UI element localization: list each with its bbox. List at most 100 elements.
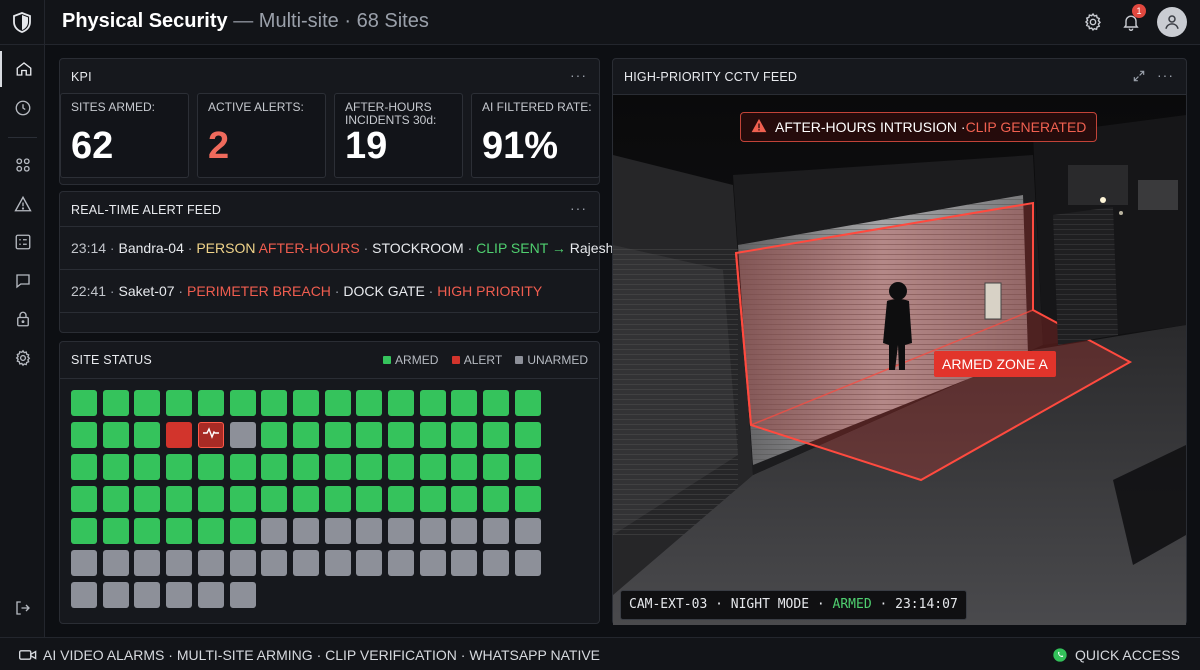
site-cell-armed[interactable]	[388, 486, 414, 512]
site-cell-armed[interactable]	[166, 486, 193, 512]
kpi-more-icon[interactable]: ···	[570, 67, 587, 83]
grid-icon[interactable]	[0, 147, 45, 183]
site-cell-armed[interactable]	[102, 422, 129, 448]
site-cell-armed[interactable]	[388, 422, 414, 448]
site-cell-armed[interactable]	[356, 454, 383, 480]
site-cell-armed[interactable]	[451, 390, 478, 416]
site-cell-armed[interactable]	[261, 486, 288, 512]
settings-gear-icon[interactable]	[0, 340, 45, 376]
list-item[interactable]: 23:14 · Bandra-04 · PERSON AFTER-HOURS ·…	[60, 226, 630, 269]
site-cell-armed[interactable]	[324, 422, 351, 448]
shield-logo-icon[interactable]	[0, 0, 45, 45]
site-cell-armed[interactable]	[514, 390, 541, 416]
logout-icon[interactable]	[0, 590, 45, 626]
site-cell-unarmed[interactable]	[324, 518, 351, 544]
site-cell-armed[interactable]	[356, 422, 383, 448]
site-cell-armed[interactable]	[451, 486, 478, 512]
site-cell-armed[interactable]	[388, 390, 414, 416]
site-cell-unarmed[interactable]	[356, 518, 383, 544]
site-cell-unarmed[interactable]	[419, 518, 446, 544]
site-cell-armed[interactable]	[166, 390, 193, 416]
site-cell-armed[interactable]	[261, 454, 288, 480]
site-cell-unarmed[interactable]	[483, 518, 510, 544]
site-cell-armed[interactable]	[419, 390, 446, 416]
site-cell-unarmed[interactable]	[229, 422, 256, 448]
site-cell-armed[interactable]	[71, 422, 97, 448]
site-cell-unarmed[interactable]	[514, 550, 541, 576]
site-cell-armed[interactable]	[324, 486, 351, 512]
site-cell-armed[interactable]	[134, 454, 161, 480]
site-cell-armed[interactable]	[134, 422, 161, 448]
site-cell-unarmed[interactable]	[292, 550, 319, 576]
site-cell-armed[interactable]	[324, 390, 351, 416]
site-cell-armed[interactable]	[451, 454, 478, 480]
site-cell-unarmed[interactable]	[197, 582, 224, 608]
site-cell-unarmed[interactable]	[388, 550, 414, 576]
clock-icon[interactable]	[0, 90, 45, 126]
site-cell-armed[interactable]	[483, 390, 510, 416]
quick-access-button[interactable]: QUICK ACCESS	[1052, 647, 1180, 663]
site-cell-armed[interactable]	[134, 518, 161, 544]
site-cell-armed[interactable]	[292, 454, 319, 480]
site-cell-armed[interactable]	[514, 454, 541, 480]
site-cell-armed[interactable]	[197, 518, 224, 544]
site-cell-unarmed[interactable]	[261, 550, 288, 576]
list-item[interactable]: 22:41 · Saket-07 · PERIMETER BREACH · DO…	[60, 269, 598, 312]
cctv-more-icon[interactable]: ···	[1157, 67, 1174, 83]
site-cell-unarmed[interactable]	[134, 582, 161, 608]
site-cell-armed[interactable]	[166, 518, 193, 544]
camera-feed[interactable]: AFTER-HOURS INTRUSION · CLIP GENERATED A…	[613, 94, 1186, 625]
site-cell-unarmed[interactable]	[166, 550, 193, 576]
site-cell-armed[interactable]	[102, 486, 129, 512]
checklist-icon[interactable]	[0, 224, 45, 260]
site-cell-armed[interactable]	[292, 390, 319, 416]
site-cell-unarmed[interactable]	[71, 582, 97, 608]
site-cell-armed[interactable]	[483, 454, 510, 480]
site-cell-armed[interactable]	[324, 454, 351, 480]
site-cell-armed[interactable]	[71, 454, 97, 480]
site-cell-armed[interactable]	[229, 486, 256, 512]
site-cell-alert[interactable]	[166, 422, 193, 448]
site-cell-armed[interactable]	[483, 422, 510, 448]
site-cell-armed[interactable]	[229, 454, 256, 480]
site-cell-armed[interactable]	[292, 486, 319, 512]
site-cell-unarmed[interactable]	[229, 550, 256, 576]
site-cell-armed[interactable]	[229, 518, 256, 544]
site-cell-armed[interactable]	[197, 486, 224, 512]
intrusion-alert-banner[interactable]: AFTER-HOURS INTRUSION · CLIP GENERATED	[740, 112, 1098, 142]
user-icon[interactable]	[1157, 7, 1187, 37]
site-cell-armed[interactable]	[71, 390, 97, 416]
lock-icon[interactable]	[0, 301, 45, 337]
site-cell-armed[interactable]	[197, 454, 224, 480]
site-cell-unarmed[interactable]	[356, 550, 383, 576]
site-cell-armed[interactable]	[356, 486, 383, 512]
site-cell-unarmed[interactable]	[451, 550, 478, 576]
warning-icon[interactable]	[0, 186, 45, 222]
site-cell-unarmed[interactable]	[229, 582, 256, 608]
home-icon[interactable]	[0, 51, 45, 87]
site-cell-unarmed[interactable]	[102, 582, 129, 608]
site-cell-armed[interactable]	[419, 486, 446, 512]
site-cell-armed[interactable]	[197, 390, 224, 416]
site-cell-armed[interactable]	[102, 454, 129, 480]
site-cell-unarmed[interactable]	[261, 518, 288, 544]
site-cell-armed[interactable]	[134, 390, 161, 416]
site-cell-armed[interactable]	[102, 390, 129, 416]
site-cell-armed[interactable]	[134, 486, 161, 512]
site-cell-unarmed[interactable]	[324, 550, 351, 576]
site-cell-armed[interactable]	[292, 422, 319, 448]
alert-feed-more-icon[interactable]: ···	[570, 200, 587, 216]
site-cell-unarmed[interactable]	[483, 550, 510, 576]
site-cell-unarmed[interactable]	[166, 582, 193, 608]
site-cell-unarmed[interactable]	[102, 550, 129, 576]
site-cell-alert[interactable]	[197, 422, 224, 448]
site-cell-armed[interactable]	[388, 454, 414, 480]
site-cell-unarmed[interactable]	[451, 518, 478, 544]
site-cell-unarmed[interactable]	[514, 518, 541, 544]
site-cell-unarmed[interactable]	[419, 550, 446, 576]
site-cell-armed[interactable]	[419, 422, 446, 448]
site-cell-unarmed[interactable]	[134, 550, 161, 576]
site-cell-armed[interactable]	[102, 518, 129, 544]
site-cell-armed[interactable]	[166, 454, 193, 480]
site-cell-unarmed[interactable]	[197, 550, 224, 576]
